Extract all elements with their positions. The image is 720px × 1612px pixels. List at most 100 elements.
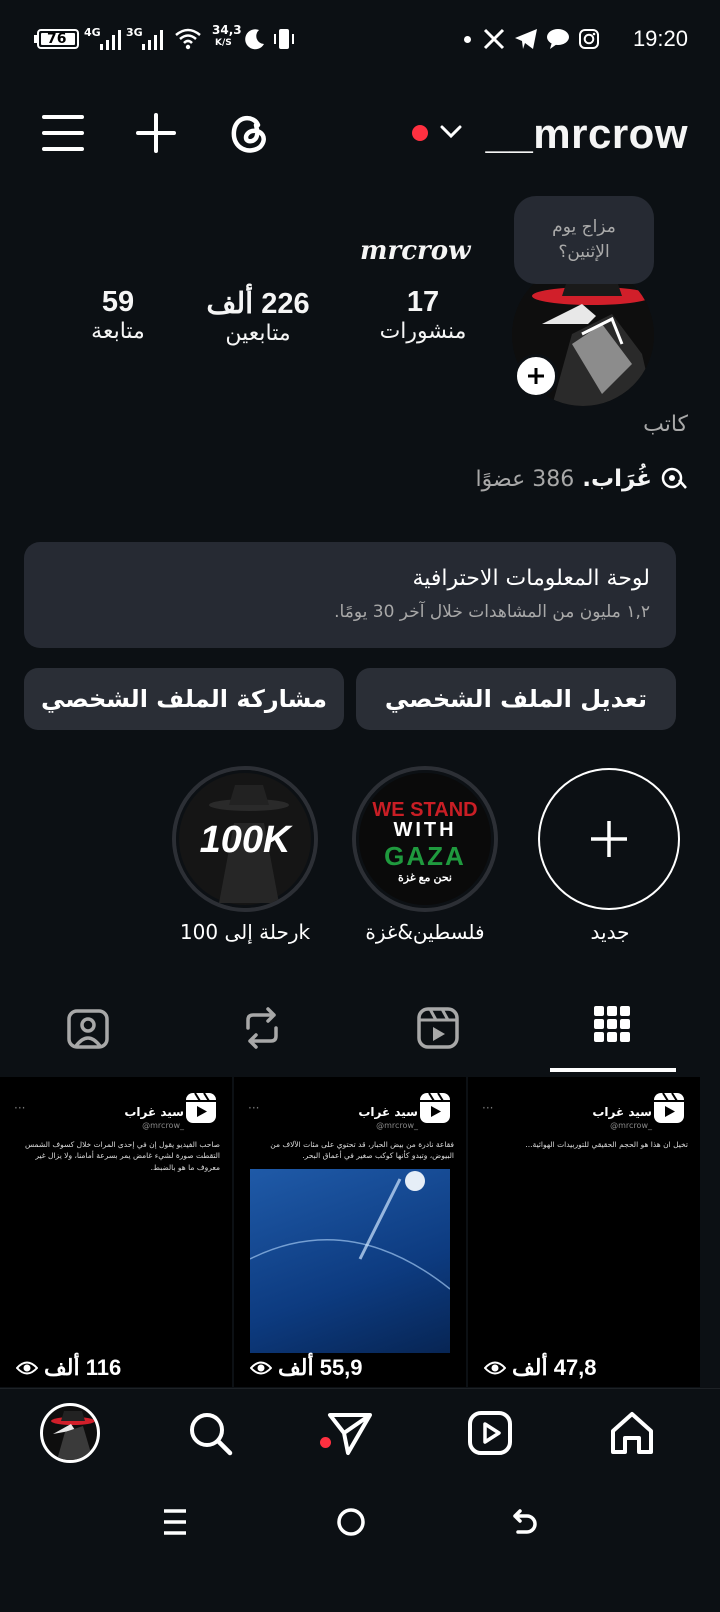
channel-icon xyxy=(660,466,688,492)
eye-icon xyxy=(16,1361,38,1375)
dot-icon xyxy=(464,36,471,43)
post-tile[interactable]: ··· سيد غراب @mrcrow_ تخيل ان هذا هو الح… xyxy=(468,1077,700,1387)
profile-category: كاتب xyxy=(643,412,688,437)
stat-followers[interactable]: 226 ألف متابعين xyxy=(200,286,316,346)
signal-icon-2 xyxy=(142,30,164,50)
net-speed: 34,3 xyxy=(212,23,242,37)
tagged-tab-icon[interactable] xyxy=(66,1006,110,1050)
home-circle-icon[interactable] xyxy=(336,1507,366,1537)
signal-icon xyxy=(100,30,122,50)
post-author: سيد غراب xyxy=(592,1105,652,1119)
vibrate-icon xyxy=(272,27,296,51)
stat-following-value: 59 xyxy=(101,286,135,318)
add-story-button[interactable] xyxy=(514,354,558,398)
more-icon: ··· xyxy=(248,1101,260,1115)
highlight-label-100k: رحلة إلى 100k xyxy=(179,920,311,944)
post-image xyxy=(250,1169,450,1353)
more-icon: ··· xyxy=(482,1101,494,1115)
post-views-count: 55,9 ألف xyxy=(278,1355,363,1380)
gaza-cover-text-4: نحن مع غزة xyxy=(398,872,452,884)
post-views-count: 116 ألف xyxy=(44,1355,122,1380)
reels-tab-icon[interactable] xyxy=(416,1006,460,1050)
new-highlight-button[interactable] xyxy=(538,768,680,910)
clock: 19:20 xyxy=(632,26,688,51)
broadcast-channel[interactable]: غُرَاب. 386 عضوًا xyxy=(476,466,688,492)
post-views-count: 47,8 ألف xyxy=(512,1355,597,1380)
gaza-cover-text-3: GAZA xyxy=(384,841,466,871)
post-text: تخيل ان هذا هو الحجم الحقيقي للتوربيدات … xyxy=(525,1140,688,1149)
post-handle: @mrcrow_ xyxy=(142,1121,184,1130)
notification-dot xyxy=(412,125,428,141)
reposts-tab-icon[interactable] xyxy=(242,1006,282,1050)
reels-icon[interactable] xyxy=(466,1409,514,1457)
status-bar: 76 4G 3G 34,3 K/S 19:20 xyxy=(0,0,720,80)
note-bubble[interactable]: مزاج يوم الإثنين؟ xyxy=(514,196,654,284)
post-views: 55,9 ألف xyxy=(250,1355,363,1381)
channel-members: 386 عضوًا xyxy=(475,466,575,492)
share-profile-button[interactable]: مشاركة الملف الشخصي xyxy=(24,668,344,730)
bottom-nav xyxy=(0,1388,720,1477)
reel-badge-icon xyxy=(420,1092,450,1123)
highlight-100k-cover-text: 100K xyxy=(199,819,291,861)
moon-icon xyxy=(244,28,266,50)
chat-app-icon xyxy=(546,28,570,50)
stat-followers-value: 226 ألف xyxy=(206,288,310,320)
account-username[interactable]: __mrcrow xyxy=(486,110,688,158)
post-tile[interactable]: ··· سيد غراب @mrcrow_ صاحب الفيديو يقول … xyxy=(0,1077,232,1387)
post-author: سيد غراب xyxy=(124,1105,184,1119)
instagram-icon xyxy=(578,28,600,50)
stat-posts-value: 17 xyxy=(406,286,440,318)
reel-badge-icon xyxy=(186,1092,216,1123)
stat-posts-label: منشورات xyxy=(379,319,467,344)
recent-apps-icon[interactable] xyxy=(162,1508,188,1536)
post-text: صاحب الفيديو يقول إن في إحدى المرات خلال… xyxy=(24,1140,220,1172)
search-icon[interactable] xyxy=(186,1409,234,1457)
create-plus-icon[interactable] xyxy=(136,113,176,153)
highlight-100k[interactable]: 100K xyxy=(172,766,318,912)
plus-icon xyxy=(591,821,627,857)
system-nav xyxy=(0,1476,720,1612)
reel-badge-icon xyxy=(654,1092,684,1123)
profile-tabs xyxy=(0,1000,720,1074)
stat-following[interactable]: 59 متابعة xyxy=(70,286,166,344)
post-views: 116 ألف xyxy=(16,1355,121,1381)
wifi-icon xyxy=(175,28,201,50)
plus-icon xyxy=(528,368,544,384)
highlight-label-gaza: فلسطين&غزة xyxy=(365,920,485,944)
network-type-2: 3G xyxy=(126,26,143,39)
edit-profile-button[interactable]: تعديل الملف الشخصي xyxy=(356,668,676,730)
display-name: mrcrow xyxy=(360,236,471,266)
post-tile[interactable]: ··· سيد غراب @mrcrow_ فقاعة نادرة من بيض… xyxy=(234,1077,466,1387)
stat-posts[interactable]: 17 منشورات xyxy=(378,286,468,344)
network-type-1: 4G xyxy=(84,26,101,39)
channel-name: غُرَاب. xyxy=(582,466,652,492)
stat-followers-label: متابعين xyxy=(225,321,291,346)
gaza-cover-text-2: WITH xyxy=(393,819,457,841)
post-handle: @mrcrow_ xyxy=(376,1121,418,1130)
threads-icon[interactable] xyxy=(228,111,270,155)
highlight-label-new: جديد xyxy=(590,920,630,944)
stat-following-label: متابعة xyxy=(91,319,145,344)
grid-tab-icon[interactable] xyxy=(592,1004,632,1044)
eye-icon xyxy=(250,1361,272,1375)
eye-icon xyxy=(484,1361,506,1375)
post-views: 47,8 ألف xyxy=(484,1355,597,1381)
x-app-icon xyxy=(483,28,505,50)
home-icon[interactable] xyxy=(608,1409,656,1457)
menu-icon[interactable] xyxy=(42,114,84,152)
battery-level: 76 xyxy=(47,31,67,47)
dashboard-title: لوحة المعلومات الاحترافية xyxy=(412,566,650,591)
post-author: سيد غراب xyxy=(358,1105,418,1119)
active-tab-indicator xyxy=(550,1068,676,1072)
direct-messages-icon[interactable] xyxy=(326,1409,374,1457)
professional-dashboard[interactable]: لوحة المعلومات الاحترافية ١,٢ مليون من ا… xyxy=(24,542,676,648)
post-text: فقاعة نادرة من بيض الحبار، قد تحتوي على … xyxy=(270,1140,454,1161)
back-icon[interactable] xyxy=(510,1507,540,1537)
telegram-icon xyxy=(514,28,538,50)
chevron-down-icon[interactable] xyxy=(440,124,462,140)
post-handle: @mrcrow_ xyxy=(610,1121,652,1130)
more-icon: ··· xyxy=(14,1101,26,1115)
highlight-gaza[interactable]: WE STAND WITH GAZA نحن مع غزة xyxy=(352,766,498,912)
net-speed-unit: K/S xyxy=(215,38,232,48)
profile-nav-avatar[interactable] xyxy=(40,1403,100,1463)
